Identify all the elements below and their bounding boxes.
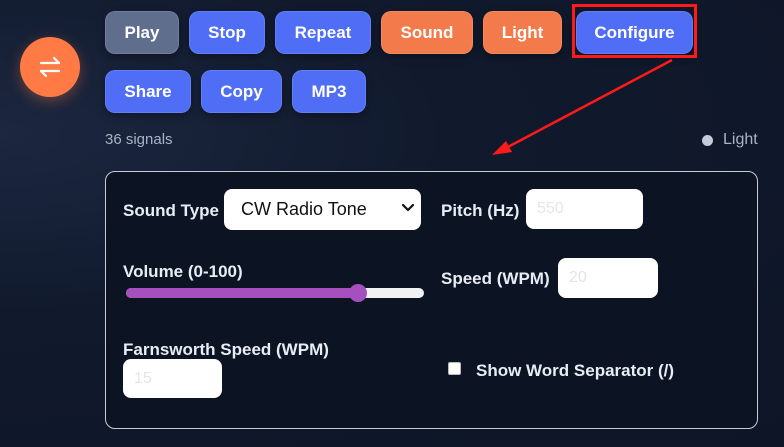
play-button[interactable]: Play	[105, 11, 179, 54]
share-button[interactable]: Share	[105, 70, 191, 113]
farnsworth-input[interactable]: 15	[123, 359, 222, 398]
farnsworth-value: 15	[134, 369, 152, 387]
sound-type-label: Sound Type	[123, 201, 220, 220]
sound-button[interactable]: Sound	[381, 11, 473, 54]
theme-toggle-label: Light	[723, 131, 758, 148]
mp3-button[interactable]: MP3	[292, 70, 366, 113]
word-separator-label: Show Word Separator (/)	[476, 361, 675, 380]
pitch-value: 550	[537, 200, 564, 217]
volume-slider[interactable]	[126, 288, 424, 298]
speed-label: Speed (WPM)	[441, 269, 550, 288]
configure-highlight-annotation	[572, 4, 697, 58]
speed-value: 20	[569, 269, 587, 286]
theme-dot-icon	[702, 134, 713, 146]
volume-label: Volume (0-100)	[123, 262, 243, 281]
pitch-label: Pitch (Hz)	[441, 201, 520, 220]
signals-count: 36 signals	[105, 131, 173, 148]
sound-type-select[interactable]: CW Radio Tone	[224, 189, 421, 230]
swap-button[interactable]	[20, 37, 80, 97]
light-button[interactable]: Light	[483, 11, 562, 54]
theme-toggle[interactable]: Light	[702, 131, 758, 149]
copy-button[interactable]: Copy	[201, 70, 282, 113]
pitch-input[interactable]: 550	[526, 189, 643, 229]
chevron-down-icon	[401, 203, 415, 212]
sound-type-value: CW Radio Tone	[241, 199, 367, 219]
swap-arrows-icon	[39, 56, 61, 78]
stop-button[interactable]: Stop	[189, 11, 265, 54]
speed-input[interactable]: 20	[558, 258, 658, 298]
farnsworth-label: Farnsworth Speed (WPM)	[123, 340, 329, 359]
volume-slider-fill	[126, 288, 359, 298]
word-separator-checkbox[interactable]	[448, 362, 461, 375]
repeat-button[interactable]: Repeat	[275, 11, 371, 54]
